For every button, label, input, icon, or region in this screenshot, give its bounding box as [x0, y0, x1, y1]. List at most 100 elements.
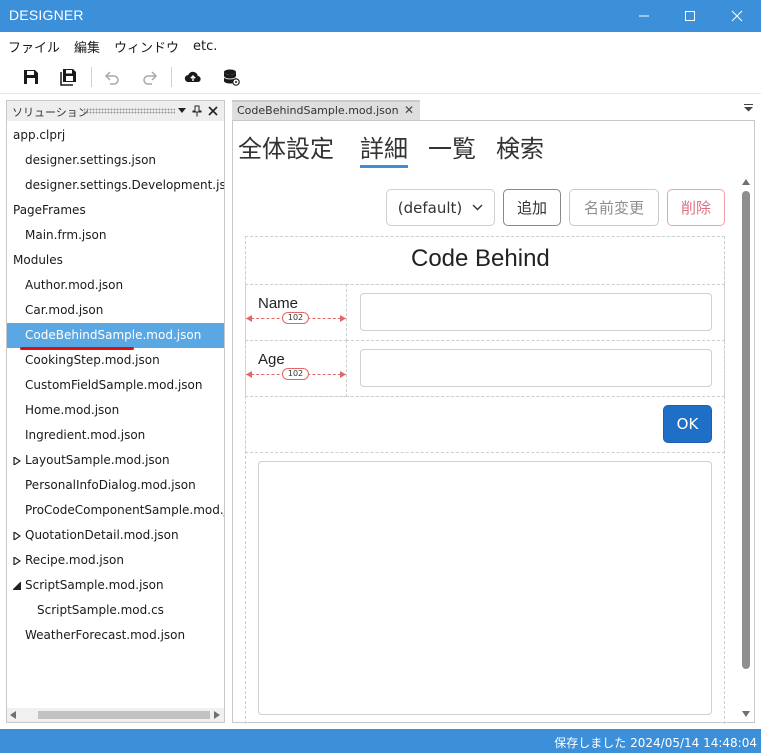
menu-window[interactable]: ウィンドウ — [114, 37, 179, 56]
rename-button[interactable]: 名前変更 — [569, 189, 659, 226]
tree-item[interactable]: QuotationDetail.mod.json — [7, 523, 224, 548]
menu-edit[interactable]: 編集 — [74, 37, 100, 56]
toolbar-separator — [171, 67, 172, 87]
panel-grip[interactable] — [83, 108, 175, 114]
tab-detail[interactable]: 詳細 — [360, 129, 408, 168]
collapsed-arrow-icon[interactable] — [13, 557, 21, 565]
scroll-down-icon[interactable] — [742, 711, 750, 717]
ok-button-cell[interactable] — [245, 396, 725, 453]
ok-button[interactable]: OK — [663, 405, 712, 443]
tree-item-label: ProCodeComponentSample.mod.json — [25, 503, 224, 517]
delete-button[interactable]: 削除 — [667, 189, 725, 226]
tree-item-label: PageFrames — [13, 203, 86, 217]
panel-menu-button[interactable] — [175, 103, 189, 119]
layout-select-value: (default) — [397, 198, 463, 217]
maximize-button[interactable] — [667, 0, 713, 32]
close-button[interactable] — [714, 0, 760, 32]
layout-select[interactable]: (default) — [386, 189, 495, 226]
collapsed-arrow-icon[interactable] — [13, 457, 21, 465]
menu-etc[interactable]: etc. — [193, 39, 217, 54]
scroll-up-icon[interactable] — [742, 179, 750, 185]
tree-item[interactable]: ProCodeComponentSample.mod.json — [7, 498, 224, 523]
tree-item[interactable]: app.clprj — [7, 123, 224, 148]
vertical-scroll-thumb[interactable] — [742, 191, 750, 669]
tab-search[interactable]: 検索 — [496, 129, 544, 164]
document-tab-label: CodeBehindSample.mod.json — [237, 104, 399, 117]
tab-overflow-icon[interactable] — [744, 104, 753, 115]
tree-item[interactable]: ScriptSample.mod.cs — [7, 598, 224, 623]
tree-item[interactable]: Author.mod.json — [7, 273, 224, 298]
scroll-thumb[interactable] — [38, 711, 210, 719]
age-width-badge: 102 — [282, 368, 309, 380]
tree-item[interactable]: Car.mod.json — [7, 298, 224, 323]
tree-item-label: LayoutSample.mod.json — [25, 453, 170, 467]
tree-item[interactable]: PageFrames — [7, 198, 224, 223]
collapsed-arrow-icon[interactable] — [13, 532, 21, 540]
tree-item-label: ScriptSample.mod.json — [25, 578, 164, 592]
tree-item-label: PersonalInfoDialog.mod.json — [25, 478, 196, 492]
tree-item-label: Modules — [13, 253, 63, 267]
close-icon — [208, 106, 218, 116]
tree-item-label: CodeBehindSample.mod.json — [25, 328, 202, 342]
tree-item[interactable]: WeatherForecast.mod.json — [7, 623, 224, 648]
tree-item-label: WeatherForecast.mod.json — [25, 628, 186, 642]
tree-item[interactable]: CustomFieldSample.mod.json — [7, 373, 224, 398]
horizontal-scrollbar[interactable] — [7, 708, 224, 722]
panel-close-button[interactable] — [206, 103, 220, 119]
tree-item-label: Home.mod.json — [25, 403, 120, 417]
tree-item[interactable]: designer.settings.json — [7, 148, 224, 173]
tree-item-label: Main.frm.json — [25, 228, 107, 242]
tree-item[interactable]: Ingredient.mod.json — [7, 423, 224, 448]
database-button[interactable] — [218, 65, 244, 89]
solution-panel-title: ソリューション — [12, 106, 89, 119]
tree-item-label: QuotationDetail.mod.json — [25, 528, 179, 542]
tab-close-icon[interactable]: ✕ — [404, 102, 414, 119]
pin-icon — [192, 105, 202, 117]
app-title: DESIGNER — [9, 7, 84, 23]
document-tab[interactable]: CodeBehindSample.mod.json ✕ — [232, 100, 420, 120]
tab-list[interactable]: 一覧 — [428, 129, 476, 164]
close-icon — [731, 10, 743, 22]
minimize-button[interactable] — [621, 0, 667, 32]
vertical-scrollbar[interactable] — [740, 177, 752, 723]
document-tab-strip: CodeBehindSample.mod.json ✕ — [230, 100, 757, 120]
save-all-icon — [60, 69, 76, 86]
menu-file[interactable]: ファイル — [8, 37, 60, 56]
tree-item-label: Recipe.mod.json — [25, 553, 124, 567]
tree-item[interactable]: CodeBehindSample.mod.json — [7, 323, 224, 348]
upload-button[interactable] — [180, 65, 206, 89]
tree-item[interactable]: designer.settings.Development.json — [7, 173, 224, 198]
tree-item[interactable]: CookingStep.mod.json — [7, 348, 224, 373]
expanded-arrow-icon[interactable] — [13, 582, 21, 590]
maximize-icon — [685, 11, 695, 21]
memo-textarea[interactable] — [258, 461, 712, 715]
name-label: Name — [258, 295, 299, 312]
tree-item[interactable]: ScriptSample.mod.json — [7, 573, 224, 598]
tree-item[interactable]: PersonalInfoDialog.mod.json — [7, 473, 224, 498]
minimize-icon — [639, 15, 649, 17]
tree-item-label: Author.mod.json — [25, 278, 124, 292]
tree-item-label: designer.settings.Development.json — [25, 178, 224, 192]
tree-item-label: ScriptSample.mod.cs — [37, 603, 164, 617]
status-text: 保存しました 2024/05/14 14:48:04 — [554, 736, 757, 750]
add-button[interactable]: 追加 — [503, 189, 561, 226]
save-all-button[interactable] — [56, 65, 82, 89]
undo-button[interactable] — [99, 65, 125, 89]
tree-item[interactable]: LayoutSample.mod.json — [7, 448, 224, 473]
name-input[interactable] — [360, 293, 712, 331]
pin-button[interactable] — [190, 103, 204, 119]
save-button[interactable] — [18, 65, 44, 89]
form-title: Code Behind — [411, 245, 550, 272]
tree-item-label: Car.mod.json — [25, 303, 104, 317]
scroll-left-icon[interactable] — [10, 711, 16, 719]
age-input[interactable] — [360, 349, 712, 387]
tree-item[interactable]: Main.frm.json — [7, 223, 224, 248]
tab-general-settings[interactable]: 全体設定 — [238, 129, 334, 164]
tree-item[interactable]: Modules — [7, 248, 224, 273]
tree-item[interactable]: Recipe.mod.json — [7, 548, 224, 573]
save-icon — [24, 70, 38, 84]
age-label: Age — [258, 351, 285, 368]
redo-button[interactable] — [137, 65, 163, 89]
tree-item[interactable]: Home.mod.json — [7, 398, 224, 423]
scroll-right-icon[interactable] — [214, 711, 220, 719]
